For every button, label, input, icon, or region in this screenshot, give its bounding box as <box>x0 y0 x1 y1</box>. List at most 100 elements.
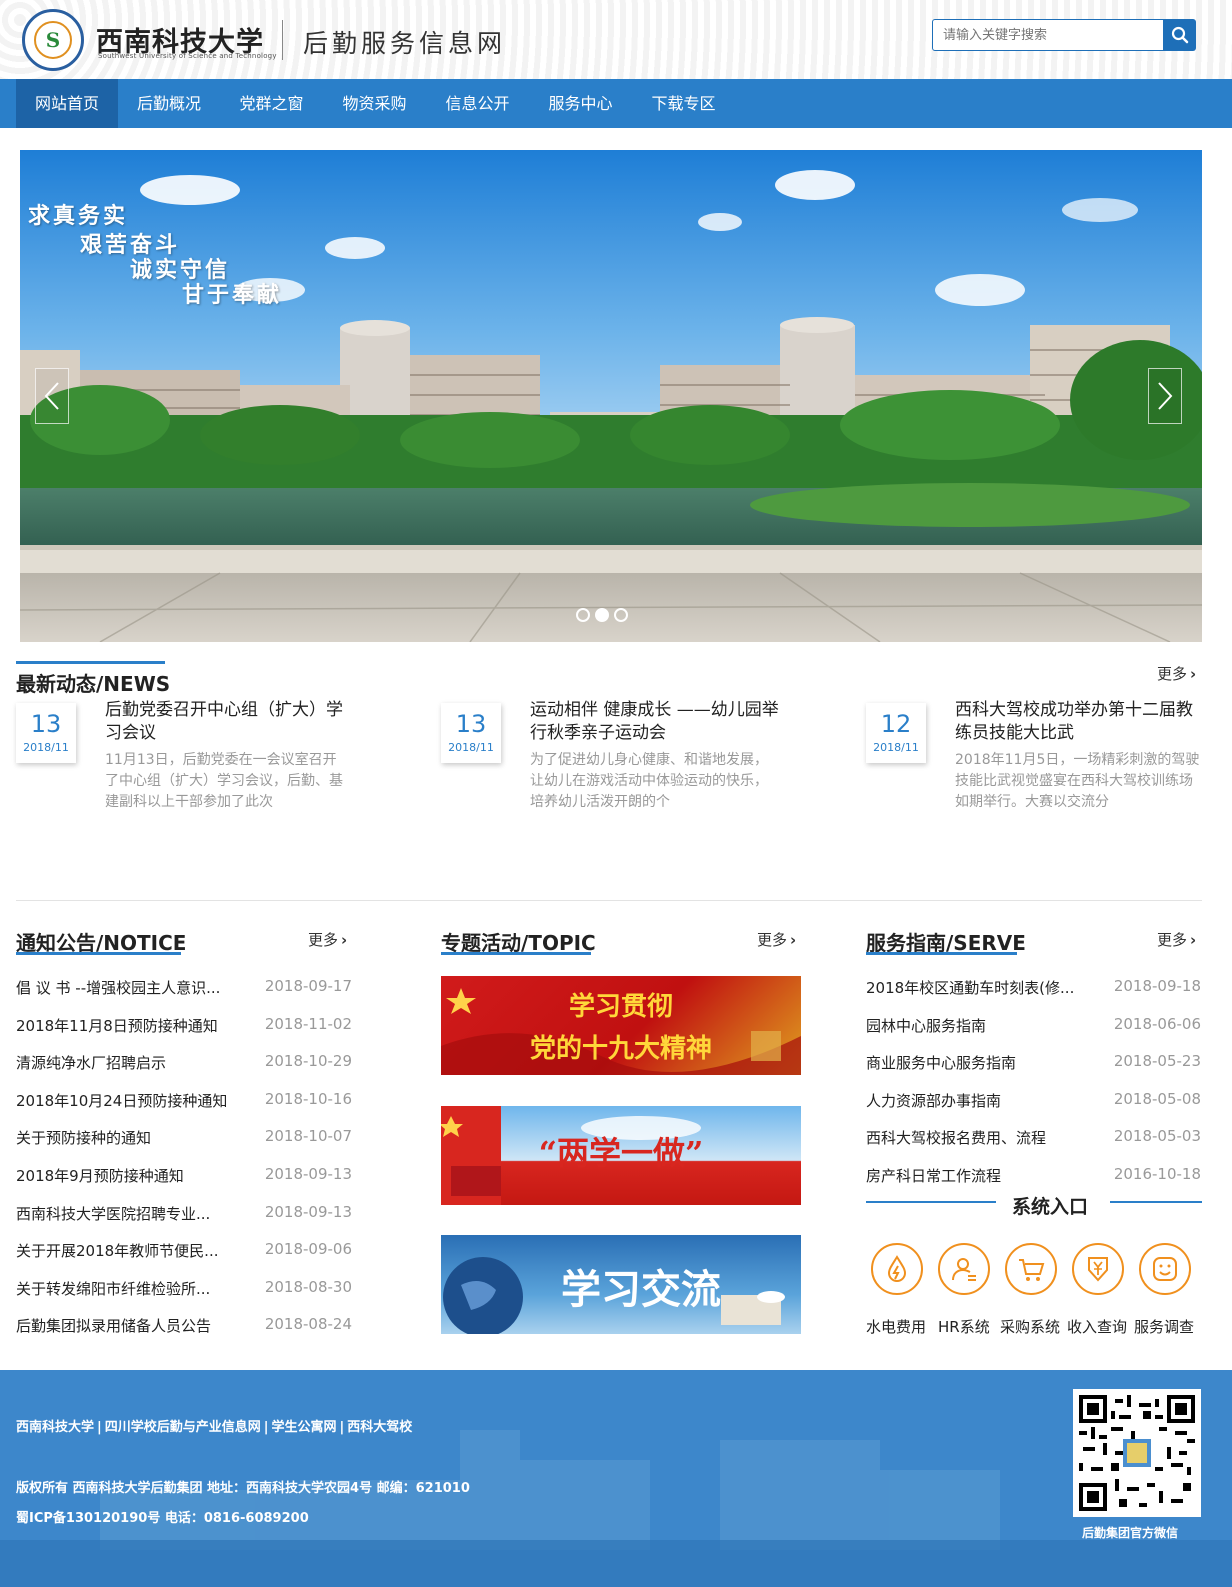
carousel-dot-1[interactable] <box>576 608 590 622</box>
news-day: 13 <box>30 710 62 738</box>
nav-procurement[interactable]: 物资采购 <box>323 79 426 128</box>
notice-title-bar <box>16 952 181 955</box>
notice-title[interactable]: 倡 议 书 --增强校园主人意识... <box>16 977 220 998</box>
hero-carousel[interactable]: 求真务实 艰苦奋斗 诚实守信 甘于奉献 <box>20 150 1202 642</box>
notice-title[interactable]: 2018年10月24日预防接种通知 <box>16 1090 227 1111</box>
topic-banner-study-19th[interactable]: 学习贯彻 党的十九大精神 <box>441 976 801 1075</box>
notice-title[interactable]: 西南科技大学医院招聘专业... <box>16 1203 210 1224</box>
notice-date: 2018-09-13 <box>264 1165 352 1183</box>
notice-row[interactable]: 后勤集团拟录用储备人员公告 2018-08-24 <box>16 1315 352 1335</box>
news-title-3[interactable]: 西科大驾校成功举办第十二届教练员技能大比武 <box>955 699 1205 745</box>
serve-title[interactable]: 2018年校区通勤车时刻表(修... <box>866 977 1074 998</box>
cart-icon <box>1019 1259 1045 1281</box>
topic-1-line1: 学习贯彻 <box>568 992 673 1022</box>
topic-banner-learning-exchange[interactable]: 学习交流 <box>441 1235 801 1334</box>
university-logo[interactable]: S <box>22 9 84 71</box>
carousel-prev-button[interactable] <box>35 368 69 424</box>
notice-title[interactable]: 关于预防接种的通知 <box>16 1127 151 1148</box>
site-footer: 西南科技大学 | 四川学校后勤与产业信息网 | 学生公寓网 | 西科大驾校 版权所有 西南科… <box>0 1370 1232 1587</box>
news-title-1[interactable]: 后勤党委召开中心组（扩大）学习会议 <box>105 699 355 745</box>
serve-row[interactable]: 2018年校区通勤车时刻表(修... 2018-09-18 <box>866 977 1201 997</box>
serve-row[interactable]: 人力资源部办事指南 2018-05-08 <box>866 1090 1201 1110</box>
serve-row[interactable]: 房产科日常工作流程 2016-10-18 <box>866 1165 1201 1185</box>
notice-title[interactable]: 关于开展2018年教师节便民... <box>16 1240 218 1261</box>
topic-more-link[interactable]: 更多 › <box>757 929 796 950</box>
notice-title[interactable]: 后勤集团拟录用储备人员公告 <box>16 1315 211 1336</box>
water-electric-button[interactable] <box>871 1243 923 1295</box>
notice-row[interactable]: 2018年9月预防接种通知 2018-09-13 <box>16 1165 352 1185</box>
service-survey-button[interactable] <box>1139 1243 1191 1295</box>
sys-label-water[interactable]: 水电费用 <box>866 1316 926 1337</box>
footer-link-driving-school[interactable]: 西科大驾校 <box>347 1420 412 1435</box>
topic-banner-two-studies[interactable]: “两学一做” <box>441 1106 801 1205</box>
income-query-button[interactable] <box>1072 1243 1124 1295</box>
footer-link-university[interactable]: 西南科技大学 <box>16 1420 94 1435</box>
serve-title[interactable]: 西科大驾校报名费用、流程 <box>866 1127 1046 1148</box>
notice-more-link[interactable]: 更多 › <box>308 929 347 950</box>
nav-downloads[interactable]: 下载专区 <box>632 79 735 128</box>
slogan-1: 求真务实 <box>28 203 129 229</box>
notice-row[interactable]: 关于转发绵阳市纤维检验所... 2018-08-30 <box>16 1278 352 1298</box>
notice-row[interactable]: 西南科技大学医院招聘专业... 2018-09-13 <box>16 1203 352 1223</box>
topic-2-line1: “两学一做” <box>538 1134 704 1172</box>
notice-row[interactable]: 关于预防接种的通知 2018-10-07 <box>16 1127 352 1147</box>
carousel-dot-3[interactable] <box>614 608 628 622</box>
sys-label-procurement[interactable]: 采购系统 <box>1000 1316 1060 1337</box>
hr-system-button[interactable] <box>938 1243 990 1295</box>
news-desc-3: 2018年11月5日，一场精彩刺激的驾驶技能比武视觉盛宴在西科大驾校训练场如期举… <box>955 752 1200 810</box>
chevron-right-icon <box>1158 382 1173 410</box>
notice-title[interactable]: 清源纯净水厂招聘启示 <box>16 1052 166 1073</box>
search-icon <box>1171 26 1189 44</box>
serve-row[interactable]: 西科大驾校报名费用、流程 2018-05-03 <box>866 1127 1201 1147</box>
notice-date: 2018-09-13 <box>264 1202 352 1221</box>
news-title-2[interactable]: 运动相伴 健康成长 ——幼儿园举行秋季亲子运动会 <box>530 699 780 745</box>
notice-row[interactable]: 倡 议 书 --增强校园主人意识... 2018-09-17 <box>16 977 352 997</box>
bolt-drop-icon <box>887 1255 907 1282</box>
notice-row[interactable]: 清源纯净水厂招聘启示 2018-10-29 <box>16 1052 352 1072</box>
serve-title[interactable]: 人力资源部办事指南 <box>866 1090 1001 1111</box>
sys-label-survey[interactable]: 服务调查 <box>1134 1316 1194 1337</box>
nav-party[interactable]: 党群之窗 <box>220 79 323 128</box>
serve-row[interactable]: 园林中心服务指南 2018-06-06 <box>866 1015 1201 1035</box>
serve-row[interactable]: 商业服务中心服务指南 2018-05-23 <box>866 1052 1201 1072</box>
main-nav: 网站首页 后勤概况 党群之窗 物资采购 信息公开 服务中心 下载专区 <box>0 79 1232 128</box>
carousel-next-button[interactable] <box>1148 368 1182 424</box>
notice-row[interactable]: 2018年11月8日预防接种通知 2018-11-02 <box>16 1015 352 1035</box>
logo-glyph: S <box>34 21 72 59</box>
serve-title[interactable]: 房产科日常工作流程 <box>866 1165 1001 1186</box>
nav-info-public[interactable]: 信息公开 <box>426 79 529 128</box>
nav-home[interactable]: 网站首页 <box>16 79 118 128</box>
procurement-system-button[interactable] <box>1005 1243 1057 1295</box>
notice-title[interactable]: 关于转发绵阳市纤维检验所... <box>16 1278 210 1299</box>
serve-title[interactable]: 商业服务中心服务指南 <box>866 1052 1016 1073</box>
notice-title[interactable]: 2018年9月预防接种通知 <box>16 1165 184 1186</box>
notice-row[interactable]: 关于开展2018年教师节便民... 2018-09-06 <box>16 1240 352 1260</box>
news-day: 12 <box>880 710 912 738</box>
serve-title[interactable]: 园林中心服务指南 <box>866 1015 986 1036</box>
nav-service-center[interactable]: 服务中心 <box>529 79 632 128</box>
system-entry-title: 系统入口 <box>1012 1196 1089 1218</box>
news-date-1: 13 2018/11 <box>16 703 76 763</box>
news-desc-1: 11月13日，后勤党委在一会议室召开了中心组（扩大）学习会议，后勤、基建副科以上… <box>105 752 343 810</box>
smile-icon <box>1153 1257 1177 1281</box>
news-date-3: 12 2018/11 <box>866 703 926 763</box>
wechat-qr-code <box>1073 1389 1201 1517</box>
footer-link-sichuan[interactable]: 四川学校后勤与产业信息网 <box>105 1420 261 1435</box>
serve-more-link[interactable]: 更多 › <box>1157 929 1196 950</box>
qr-label: 后勤集团官方微信 <box>1082 1526 1179 1540</box>
nav-overview[interactable]: 后勤概况 <box>118 79 220 128</box>
topic-3-line1: 学习交流 <box>561 1266 721 1313</box>
sys-label-income[interactable]: 收入查询 <box>1067 1316 1127 1337</box>
search-button[interactable] <box>1164 19 1196 51</box>
search-input[interactable] <box>932 19 1164 51</box>
footer-link-apartment[interactable]: 学生公寓网 <box>272 1420 337 1435</box>
notice-row[interactable]: 2018年10月24日预防接种通知 2018-10-16 <box>16 1090 352 1110</box>
carousel-dot-2[interactable] <box>595 608 609 622</box>
sys-label-hr[interactable]: HR系统 <box>938 1316 990 1337</box>
notice-title[interactable]: 2018年11月8日预防接种通知 <box>16 1015 218 1036</box>
news-more-link[interactable]: 更多 › <box>1157 663 1196 684</box>
footer-links: 西南科技大学 | 四川学校后勤与产业信息网 | 学生公寓网 | 西科大驾校 <box>16 1420 413 1435</box>
serve-date: 2018-09-18 <box>1113 977 1201 995</box>
notice-more-label: 更多 <box>308 931 339 949</box>
news-section-title: 最新动态/NEWS <box>16 672 171 696</box>
